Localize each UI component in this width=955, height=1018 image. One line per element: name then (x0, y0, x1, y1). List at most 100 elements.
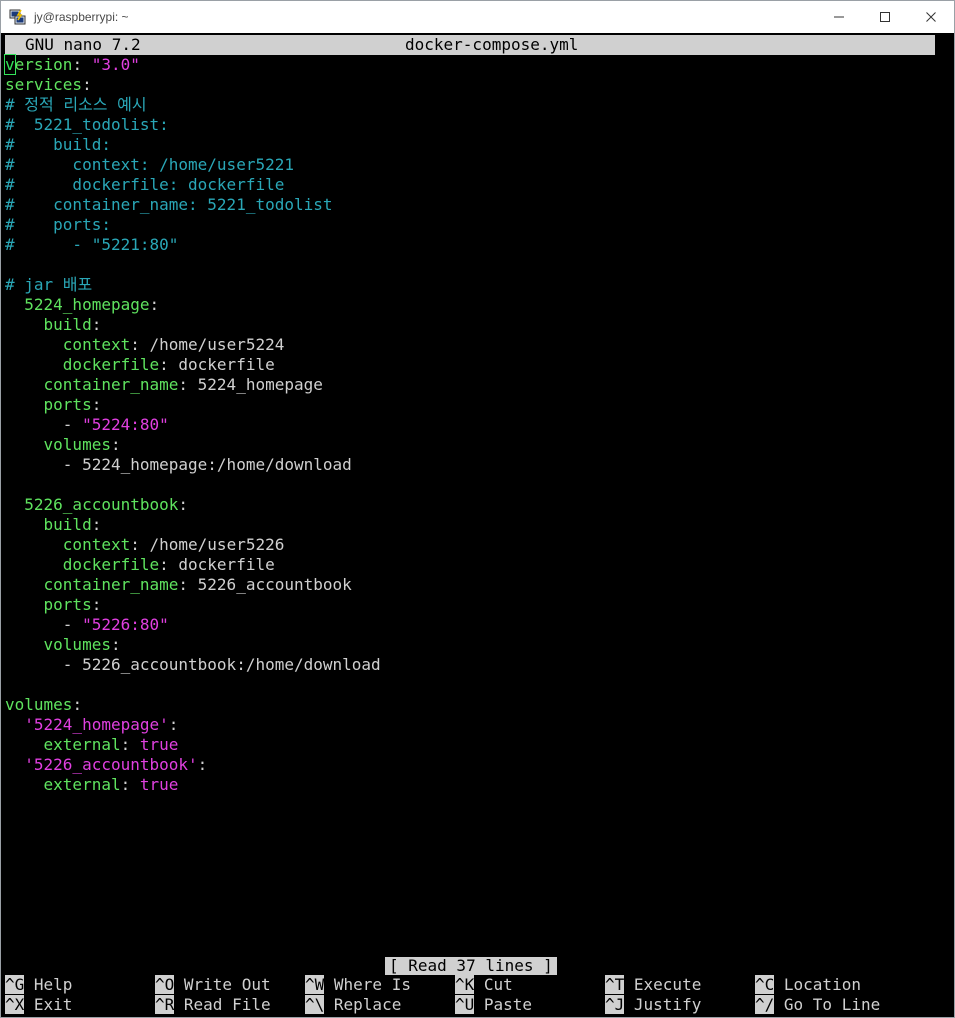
minimize-button[interactable] (816, 1, 862, 33)
line-segment: : 5224_homepage (178, 375, 323, 394)
line-segment: : 5226_accountbook (178, 575, 352, 594)
editor-line[interactable]: container_name: 5224_homepage (5, 375, 323, 395)
shortcut-item[interactable]: ^X Exit (5, 995, 72, 1015)
line-segment: : (178, 495, 189, 514)
editor-line[interactable]: volumes: (5, 635, 121, 655)
shortcut-label: Paste (474, 995, 533, 1014)
editor-line[interactable]: dockerfile: dockerfile (5, 355, 275, 375)
maximize-button[interactable] (862, 1, 908, 33)
editor-line[interactable]: container_name: 5226_accountbook (5, 575, 352, 595)
editor-line[interactable]: - "5226:80" (5, 615, 169, 635)
editor-line[interactable]: # jar 배포 (5, 275, 92, 295)
line-segment: '5224_homepage' (5, 715, 169, 734)
line-segment: # ports: (5, 215, 111, 234)
editor-line[interactable]: volumes: (5, 435, 121, 455)
editor-line[interactable]: services: (5, 75, 92, 95)
shortcut-key: ^X (5, 995, 25, 1014)
editor-line[interactable]: context: /home/user5226 (5, 535, 285, 555)
shortcut-item[interactable]: ^K Cut (455, 975, 513, 995)
line-segment: : (120, 735, 140, 754)
line-segment: : (110, 635, 121, 654)
editor-line[interactable]: ports: (5, 595, 102, 615)
shortcut-label: Where Is (324, 975, 411, 994)
line-segment: volumes (5, 635, 111, 654)
status-message: [ Read 37 lines ] (385, 957, 557, 975)
shortcut-item[interactable]: ^T Execute (605, 975, 701, 995)
shortcut-key: ^U (455, 995, 475, 1014)
editor-line[interactable]: - "5224:80" (5, 415, 169, 435)
line-segment: ports (5, 395, 92, 414)
close-button[interactable] (908, 1, 954, 33)
editor-line[interactable]: # 5221_todolist: (5, 115, 169, 135)
line-segment: - 5226_accountbook:/home/download (5, 655, 381, 674)
putty-icon[interactable] (9, 8, 27, 26)
shortcut-item[interactable]: ^R Read File (155, 995, 271, 1015)
line-segment: : (197, 755, 208, 774)
text-cursor: v (4, 54, 16, 75)
editor-line[interactable]: volumes: (5, 695, 82, 715)
shortcut-item[interactable]: ^U Paste (455, 995, 532, 1015)
line-segment: context (5, 535, 131, 554)
shortcut-item[interactable]: ^C Location (755, 975, 861, 995)
editor-line[interactable]: # 정적 리소스 예시 (5, 95, 147, 115)
terminal-area[interactable]: GNU nano 7.2 docker-compose.yml version:… (1, 33, 954, 1017)
line-segment: '5226_accountbook' (5, 755, 198, 774)
shortcut-item[interactable]: ^J Justify (605, 995, 701, 1015)
title-bar[interactable]: jy@raspberrypi: ~ (1, 1, 954, 33)
editor-line[interactable]: # ports: (5, 215, 111, 235)
editor-line[interactable]: # context: /home/user5221 (5, 155, 294, 175)
editor-line[interactable]: context: /home/user5224 (5, 335, 285, 355)
maximize-icon (880, 12, 890, 22)
shortcut-item[interactable]: ^W Where Is (305, 975, 411, 995)
line-segment: # context: /home/user5221 (5, 155, 294, 174)
shortcut-label: Go To Line (774, 995, 881, 1014)
editor-line[interactable]: build: (5, 315, 102, 335)
shortcut-label: Help (24, 975, 73, 994)
line-segment: build (5, 315, 92, 334)
editor-line[interactable]: # build: (5, 135, 111, 155)
editor-line[interactable]: '5224_homepage': (5, 715, 178, 735)
editor-line[interactable]: # dockerfile: dockerfile (5, 175, 284, 195)
editor-line[interactable]: build: (5, 515, 102, 535)
line-segment: : (120, 775, 140, 794)
editor-line[interactable]: 5226_accountbook: (5, 495, 188, 515)
editor-line[interactable]: '5226_accountbook': (5, 755, 207, 775)
editor-line[interactable]: ports: (5, 395, 102, 415)
editor-line[interactable]: # container_name: 5221_todolist (5, 195, 333, 215)
line-segment: "3.0" (91, 55, 140, 74)
shortcut-label: Read File (174, 995, 271, 1014)
line-segment: container_name (5, 575, 179, 594)
close-icon (926, 12, 936, 22)
line-segment: 5224_homepage (5, 295, 150, 314)
editor-line[interactable]: 5224_homepage: (5, 295, 159, 315)
line-segment: : /home/user5224 (130, 335, 285, 354)
shortcut-item[interactable]: ^O Write Out (155, 975, 271, 995)
line-segment: : (91, 515, 102, 534)
line-segment: # container_name: 5221_todolist (5, 195, 333, 214)
editor-line[interactable]: - 5224_homepage:/home/download (5, 455, 352, 475)
editor-line[interactable]: # - "5221:80" (5, 235, 178, 255)
nano-title-bar: GNU nano 7.2 docker-compose.yml (5, 35, 935, 55)
shortcut-key: ^/ (755, 995, 775, 1014)
line-segment: : /home/user5226 (130, 535, 285, 554)
shortcut-key: ^J (605, 995, 625, 1014)
window-title: jy@raspberrypi: ~ (34, 10, 129, 24)
shortcut-item[interactable]: ^\ Replace (305, 995, 401, 1015)
editor-line[interactable]: version: "3.0" (4, 54, 140, 75)
nano-version: GNU nano 7.2 (25, 35, 141, 54)
line-segment: # build: (5, 135, 111, 154)
shortcut-item[interactable]: ^/ Go To Line (755, 995, 880, 1015)
editor-line[interactable]: - 5226_accountbook:/home/download (5, 655, 381, 675)
shortcut-item[interactable]: ^G Help (5, 975, 72, 995)
line-segment: volumes (5, 695, 73, 714)
editor-line[interactable]: dockerfile: dockerfile (5, 555, 275, 575)
line-segment: : (110, 435, 121, 454)
shortcut-key: ^K (455, 975, 475, 994)
editor-line[interactable]: external: true (5, 775, 179, 795)
shortcut-key: ^R (155, 995, 175, 1014)
shortcut-key: ^C (755, 975, 775, 994)
line-segment: : (91, 395, 102, 414)
line-segment: "5226:80" (82, 615, 169, 634)
scrollbar[interactable] (936, 33, 954, 1017)
editor-line[interactable]: external: true (5, 735, 179, 755)
